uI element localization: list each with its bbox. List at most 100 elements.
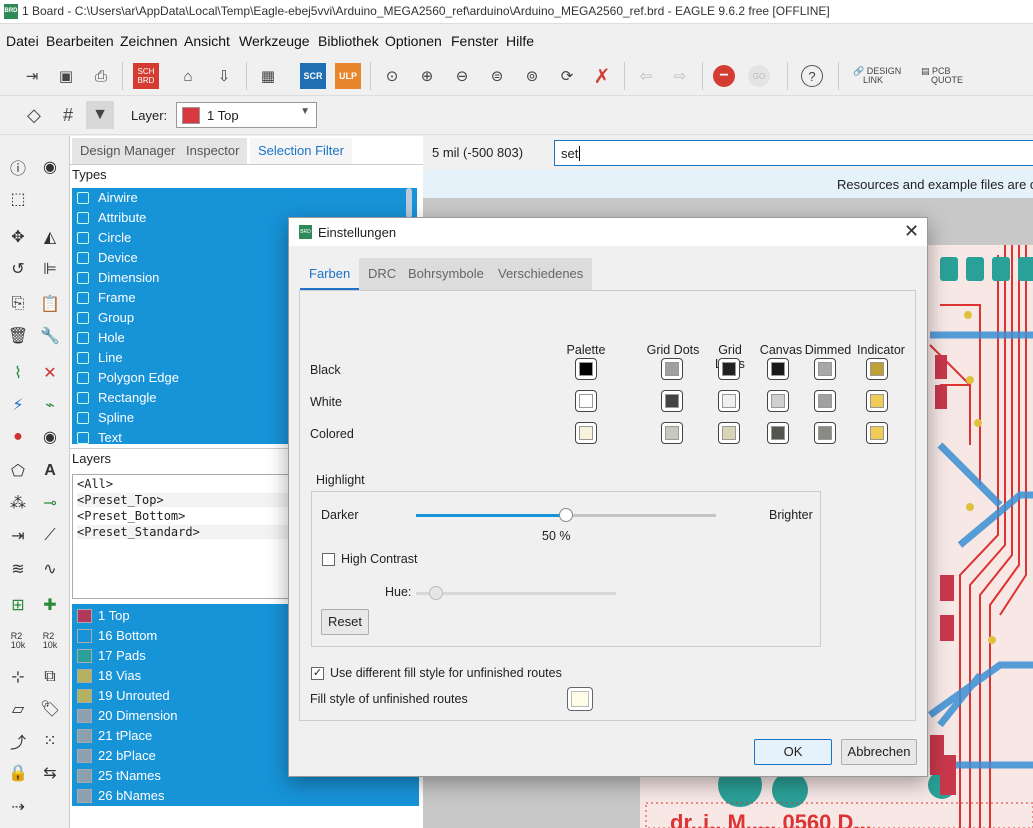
autorouter-icon[interactable]: ⚡ [5,392,31,418]
pinswap-icon[interactable]: ⇆ [37,760,63,786]
highlight-slider-thumb[interactable] [559,508,573,522]
lock-icon[interactable]: 🔒 [5,760,31,786]
color-swatch[interactable] [718,422,740,444]
menu-zeichnen[interactable]: Zeichnen [120,33,178,49]
color-swatch[interactable] [767,358,789,380]
go-icon[interactable]: GO [748,65,770,87]
export-icon[interactable]: ⇩ [212,64,236,88]
highlight-slider-track[interactable] [416,508,716,522]
tab-verschiedenes[interactable]: Verschiedenes [489,258,593,290]
menu-datei[interactable]: Datei [6,33,39,49]
redraw-icon[interactable]: ⟳ [555,64,579,88]
layer-item[interactable]: 26 bNames [72,786,419,806]
filter-icon[interactable]: ▼ [86,101,114,129]
color-swatch[interactable] [661,358,683,380]
close-icon[interactable]: ✕ [904,221,919,242]
mirror-icon[interactable]: ◭ [37,224,63,250]
design-link-button[interactable]: 🔗 DESIGN LINK [853,67,901,85]
types-scrollbar[interactable] [406,188,412,218]
color-swatch[interactable] [718,390,740,412]
color-swatch[interactable] [767,390,789,412]
color-swatch[interactable] [661,422,683,444]
script-icon[interactable]: SCR [300,63,326,89]
smash-icon[interactable]: ⊹ [5,664,31,690]
attribute-icon[interactable]: ⇥ [5,523,31,549]
hole-icon[interactable]: ◉ [37,424,63,450]
zoom-select-icon[interactable]: ⊚ [520,64,544,88]
color-swatch[interactable] [575,390,597,412]
menu-optionen[interactable]: Optionen [385,33,442,49]
menu-bearbeiten[interactable]: Bearbeiten [46,33,114,49]
menu-hilfe[interactable]: Hilfe [506,33,534,49]
hue-slider-thumb[interactable] [429,586,443,600]
color-swatch[interactable] [718,358,740,380]
menu-bibliothek[interactable]: Bibliothek [318,33,379,49]
tab-design-manager[interactable]: Design Manager [72,138,184,164]
name-icon[interactable]: R2 10k [5,628,31,654]
meander-icon[interactable]: ⌁ [37,392,63,418]
help-icon[interactable]: ? [801,65,823,87]
color-swatch[interactable] [814,390,836,412]
zoom-in-icon[interactable]: ⊕ [415,64,439,88]
change-icon[interactable]: 🔧 [37,323,63,349]
signal-icon[interactable]: ⊸ [37,490,63,516]
gateswap-icon[interactable]: ⁙ [37,728,63,754]
cam-icon[interactable]: ⌂ [176,64,200,88]
color-swatch[interactable] [767,422,789,444]
polygon-icon[interactable]: ⬠ [5,458,31,484]
hue-slider-track[interactable] [416,586,616,600]
paste-icon[interactable]: 📋 [37,291,63,317]
layer-dropdown[interactable]: 1 Top ▼ [176,102,317,128]
show-icon[interactable]: ◉ [37,154,63,180]
info-icon[interactable]: ⓘ [5,154,31,180]
pcb-quote-button[interactable]: ▤ PCB QUOTE [921,67,963,85]
command-input[interactable]: set [554,140,1033,166]
save-icon[interactable]: ▣ [54,64,78,88]
preset-item[interactable]: <All> [77,477,113,491]
align-icon[interactable]: ⊫ [37,256,63,282]
open-icon[interactable]: ⇥ [20,64,44,88]
color-swatch[interactable] [814,358,836,380]
color-swatch[interactable] [575,422,597,444]
menu-fenster[interactable]: Fenster [451,33,498,49]
fill-style-swatch[interactable] [567,687,593,711]
select-icon[interactable]: ⬚ [5,186,31,212]
line-icon[interactable]: ⟋ [37,523,63,549]
rotate-icon[interactable]: ↺ [5,256,31,282]
zoom-out-icon[interactable]: ⊖ [450,64,474,88]
group-icon[interactable]: ⁂ [5,490,31,516]
preset-item[interactable]: <Preset_Bottom> [77,509,185,523]
color-swatch[interactable] [575,358,597,380]
color-swatch[interactable] [866,358,888,380]
color-swatch[interactable] [866,422,888,444]
type-item[interactable]: Airwire [72,188,417,208]
3d-icon[interactable]: ▦ [256,64,280,88]
grid-icon[interactable]: # [56,103,80,127]
undo-icon[interactable]: ⇦ [634,64,658,88]
copy-icon[interactable]: ⎘ [5,291,31,317]
add-part-icon[interactable]: ✚ [37,592,63,618]
cancel-button[interactable]: Abbrechen [841,739,917,765]
color-swatch[interactable] [661,390,683,412]
tab-inspector[interactable]: Inspector [178,138,248,164]
wave-icon[interactable]: ∿ [37,556,63,582]
add-icon[interactable]: ⊞ [5,592,31,618]
replace-icon[interactable]: ⧉ [37,664,63,690]
route-icon[interactable]: ⌇ [5,360,31,386]
layers-icon[interactable]: ◇ [22,103,46,127]
reset-button[interactable]: Reset [321,609,369,635]
color-swatch[interactable] [866,390,888,412]
via-icon[interactable]: ● [5,424,31,450]
move-icon[interactable]: ✥ [5,224,31,250]
stop-icon[interactable]: − [713,65,735,87]
zoom-fit-icon[interactable]: ⊙ [380,64,404,88]
ratsnest-icon[interactable]: ✗ [590,64,614,88]
ok-button[interactable]: OK [754,739,832,765]
redo-icon[interactable]: ⇨ [668,64,692,88]
zoom-last-icon[interactable]: ⊜ [485,64,509,88]
ripup-icon[interactable]: ✕ [37,360,63,386]
package-icon[interactable]: ▱ [5,696,31,722]
tab-bohrsymbole[interactable]: Bohrsymbole [399,258,493,290]
text-icon[interactable]: A [37,458,63,484]
unfinished-routes-checkbox[interactable]: ✓ [311,667,324,680]
